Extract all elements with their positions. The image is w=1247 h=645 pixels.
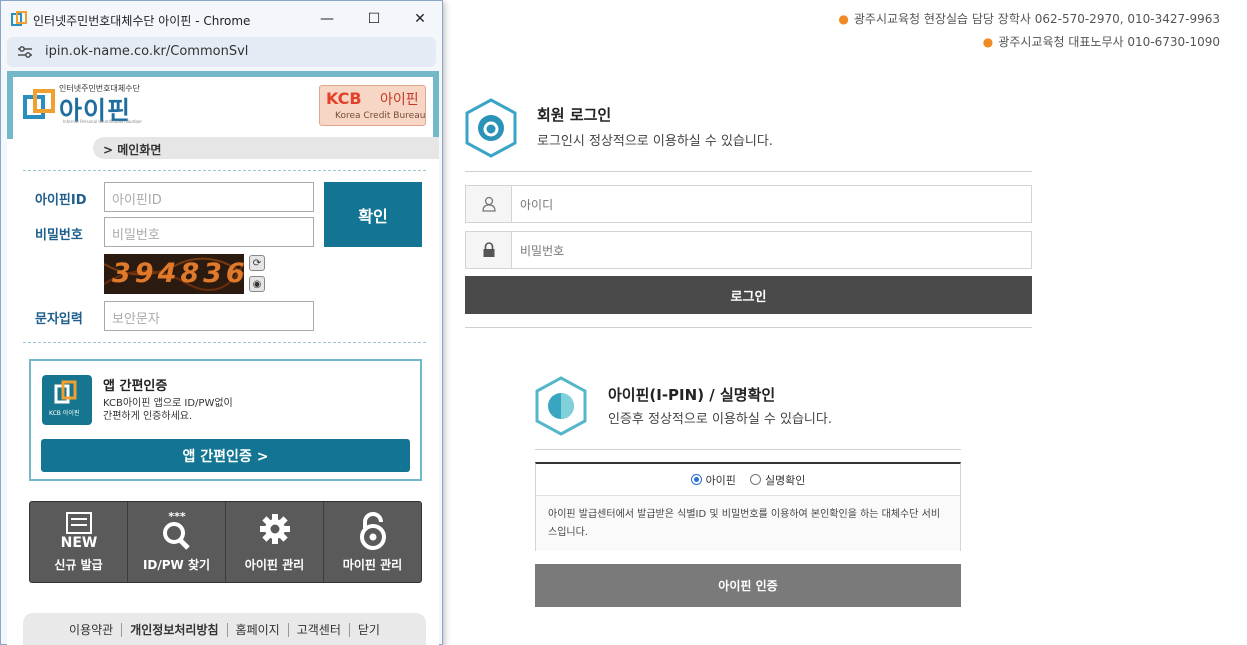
ipin-id-input[interactable]: 아이핀ID <box>104 182 314 212</box>
search-icon: *** <box>128 511 225 551</box>
ipin-header: 아이핀(I-PIN) / 실명확인 인증후 정상적으로 이용하실 수 있습니다. <box>535 376 961 446</box>
close-icon[interactable]: ✕ <box>408 7 432 31</box>
password-label: 비밀번호 <box>35 228 83 243</box>
app-auth-box: KCB 아이핀 앱 간편인증 KCB아이핀 앱으로 ID/PW없이 간편하게 인… <box>29 359 422 481</box>
captcha-input[interactable]: 보안문자 <box>104 301 314 331</box>
footer-terms-link[interactable]: 이용약관 <box>61 622 123 637</box>
footer-home-link[interactable]: 홈페이지 <box>228 622 289 637</box>
kcb-brand: KCB <box>326 89 362 108</box>
kcb-logo: KCB 아이핀 Korea Credit Bureau <box>319 85 426 126</box>
lock-icon <box>466 232 512 268</box>
divider <box>465 327 1032 328</box>
auth-method-radios: 아이핀 실명확인 <box>536 464 960 496</box>
site-settings-icon[interactable] <box>17 45 33 59</box>
ipin-auth-button[interactable]: 아이핀 인증 <box>535 564 961 607</box>
find-idpw-button[interactable]: *** ID/PW 찾기 <box>128 502 226 582</box>
service-menu: NEW 신규 발급 *** ID/PW 찾기 아이핀 관리 마이핀 관리 <box>29 501 422 583</box>
url-text: ipin.ok-name.co.kr/CommonSvl <box>45 44 249 59</box>
radio-selected-icon <box>690 474 702 485</box>
divider <box>23 170 426 171</box>
kcb-app-caption: KCB 아이핀 <box>49 410 80 417</box>
ipin-password-input[interactable]: 비밀번호 <box>104 217 314 247</box>
menu-label: 신규 발급 <box>54 558 103 572</box>
ipin-subtitle: 인증후 정상적으로 이용하실 수 있습니다. <box>608 412 832 427</box>
minimize-icon[interactable]: — <box>315 7 339 31</box>
contact-line: ● 광주시교육청 현장실습 담당 장학사 062-570-2970, 010-34… <box>838 12 1220 26</box>
contact-info: ● 광주시교육청 현장실습 담당 장학사 062-570-2970, 010-34… <box>838 8 1220 54</box>
popup-content: 인터넷주민번호대체수단 아이핀 Internet Personal Identi… <box>7 71 439 645</box>
ipin-favicon-icon <box>11 11 27 26</box>
app-auth-desc: KCB아이핀 앱으로 ID/PW없이 간편하게 인증하세요. <box>103 398 233 422</box>
bullet-icon: ● <box>982 35 994 49</box>
radio-ipin[interactable]: 아이핀 <box>690 472 736 488</box>
new-badge-text: NEW <box>60 535 97 551</box>
ipin-popup-window: 인터넷주민번호대체수단 아이핀 - Chrome — ☐ ✕ ipin.ok-n… <box>0 0 443 645</box>
lock-open-icon <box>465 98 517 158</box>
radio-realname[interactable]: 실명확인 <box>749 472 805 488</box>
member-login-header: 회원 로그인 로그인시 정상적으로 이용하실 수 있습니다. <box>465 98 1032 170</box>
confirm-button[interactable]: 확인 <box>324 182 422 247</box>
window-titlebar[interactable]: 인터넷주민번호대체수단 아이핀 - Chrome — ☐ ✕ <box>1 1 442 37</box>
breadcrumb[interactable]: > 메인화면 <box>93 137 439 159</box>
menu-label: 아이핀 관리 <box>244 558 305 572</box>
audio-icon[interactable]: ◉ <box>249 276 265 292</box>
logo-tiny-text: Internet Personal Identification Number <box>63 119 142 124</box>
kcb-ipin: 아이핀 <box>380 92 419 108</box>
ipin-option-box: 아이핀 실명확인 아이핀 발급센터에서 발급받은 식별ID 및 비밀번호를 이용… <box>535 462 961 551</box>
divider <box>23 342 426 343</box>
menu-label: ID/PW 찾기 <box>142 558 211 572</box>
user-icon <box>466 186 512 222</box>
login-button[interactable]: 로그인 <box>465 276 1032 314</box>
radio-unselected-icon <box>749 474 761 485</box>
footer-close-link[interactable]: 닫기 <box>350 623 388 637</box>
popup-footer: 이용약관 개인정보처리방침 홈페이지 고객센터 닫기 <box>23 613 426 645</box>
captcha-label: 문자입력 <box>35 312 83 327</box>
login-title: 회원 로그인 <box>537 106 612 124</box>
bullet-icon: ● <box>838 12 849 26</box>
id-field[interactable]: 아이디 <box>465 185 1032 223</box>
captcha-text: 394836 <box>112 258 244 289</box>
gear-icon <box>226 511 323 551</box>
app-auth-title: 앱 간편인증 <box>103 379 168 394</box>
ipin-logo-icon <box>23 89 55 119</box>
maximize-icon[interactable]: ☐ <box>362 7 386 31</box>
address-bar[interactable]: ipin.ok-name.co.kr/CommonSvl <box>7 37 436 67</box>
menu-label: 마이핀 관리 <box>342 558 403 572</box>
kcb-sub: Korea Credit Bureau <box>335 111 426 121</box>
stars-text: *** <box>168 511 186 523</box>
divider <box>465 171 1032 172</box>
divider <box>535 449 961 450</box>
footer-support-link[interactable]: 고객센터 <box>289 622 350 637</box>
lock-icon <box>324 511 421 551</box>
id-label: 아이핀ID <box>35 193 87 208</box>
login-subtitle: 로그인시 정상적으로 이용하실 수 있습니다. <box>537 134 773 149</box>
password-placeholder: 비밀번호 <box>520 244 565 258</box>
refresh-icon[interactable]: ⟳ <box>249 255 265 271</box>
password-field[interactable]: 비밀번호 <box>465 231 1032 269</box>
window-title: 인터넷주민번호대체수단 아이핀 - Chrome <box>33 14 251 28</box>
mypin-manage-button[interactable]: 마이핀 관리 <box>324 502 421 582</box>
footer-privacy-link[interactable]: 개인정보처리방침 <box>122 622 228 637</box>
ipin-title: 아이핀(I-PIN) / 실명확인 <box>608 386 776 404</box>
ipin-description: 아이핀 발급센터에서 발급받은 식별ID 및 비밀번호를 이용하여 본인확인을 … <box>536 496 960 551</box>
page: ● 광주시교육청 현장실습 담당 장학사 062-570-2970, 010-34… <box>0 0 1247 645</box>
new-icon: NEW <box>30 511 127 551</box>
contact-line: ● 광주시교육청 대표노무사 010-6730-1090 <box>982 35 1220 49</box>
captcha-image: 394836 <box>104 254 244 294</box>
ipin-manage-button[interactable]: 아이핀 관리 <box>226 502 324 582</box>
new-issue-button[interactable]: NEW 신규 발급 <box>30 502 128 582</box>
kcb-app-icon: KCB 아이핀 <box>42 375 92 425</box>
id-placeholder: 아이디 <box>520 198 554 212</box>
ipin-icon <box>535 376 587 436</box>
app-auth-button[interactable]: 앱 간편인증 > <box>41 439 410 472</box>
